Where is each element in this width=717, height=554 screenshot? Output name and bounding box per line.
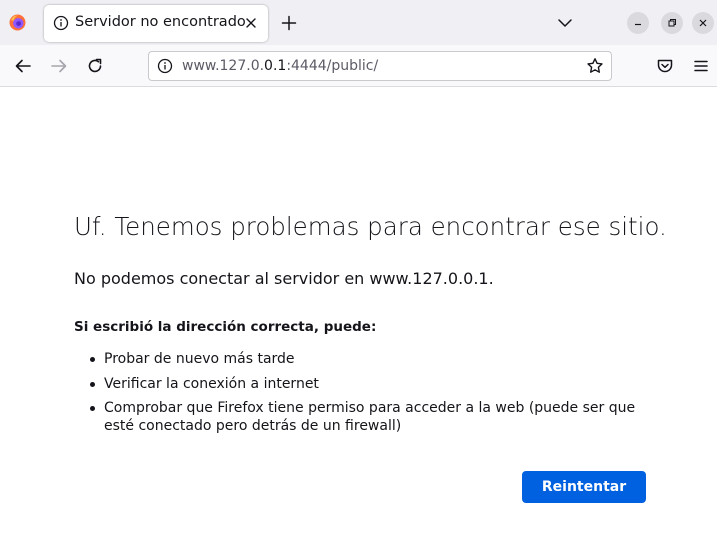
back-arrow-icon[interactable] [12,55,34,77]
error-page: Uf. Tenemos problemas para encontrar ese… [0,88,717,554]
info-icon [53,15,69,31]
bullet-icon [90,381,95,387]
navigation-toolbar: www.127.0.0.1:4444/public/ [0,45,717,87]
url-suffix: :4444/public/ [286,58,379,74]
minimize-icon [635,23,641,26]
hamburger-menu-icon[interactable] [690,55,712,77]
tab-strip: Servidor no encontrado [0,0,717,45]
pocket-icon[interactable] [654,55,676,77]
error-title: Uf. Tenemos problemas para encontrar ese… [74,212,667,241]
bullet-icon [90,406,95,411]
site-info-icon[interactable] [157,58,173,74]
error-description: No podemos conectar al servidor en www.1… [74,269,494,288]
close-icon [699,19,707,27]
tab-title: Servidor no encontrado [75,14,246,30]
url-prefix: www.127.0. [182,58,265,74]
bullet-icon [90,357,95,362]
firefox-logo-icon[interactable] [9,14,26,31]
restore-icon [668,19,676,27]
new-tab-plus-icon[interactable] [279,13,299,33]
reload-icon[interactable] [84,55,106,77]
tab-active[interactable]: Servidor no encontrado [44,5,268,42]
forward-arrow-icon[interactable] [48,55,70,77]
close-window-button[interactable] [692,12,714,34]
minimize-button[interactable] [627,12,649,34]
list-all-tabs-chevron-down-icon[interactable] [555,14,575,32]
bookmark-star-icon[interactable] [586,57,604,75]
suggestion-text: Probar de nuevo más tarde [104,351,295,367]
suggestion-text: Comprobar que Firefox tiene permiso para… [104,400,636,434]
retry-button[interactable]: Reintentar [522,471,646,503]
url-host-highlight: 0.1 [264,58,287,74]
restore-button[interactable] [661,12,683,34]
suggestion-text: Verificar la conexión a internet [104,375,319,392]
list-item: Verificar la conexión a internet [74,375,664,393]
list-item: Comprobar que Firefox tiene permiso para… [74,399,664,435]
suggestion-list: Probar de nuevo más tarde Verificar la c… [74,350,664,442]
url-text[interactable]: www.127.0.0.1:4444/public/ [182,58,378,74]
error-subtitle: Si escribió la dirección correcta, puede… [74,319,377,335]
tab-close-icon[interactable] [241,13,261,33]
url-bar[interactable]: www.127.0.0.1:4444/public/ [148,51,612,81]
list-item: Probar de nuevo más tarde [74,350,664,368]
